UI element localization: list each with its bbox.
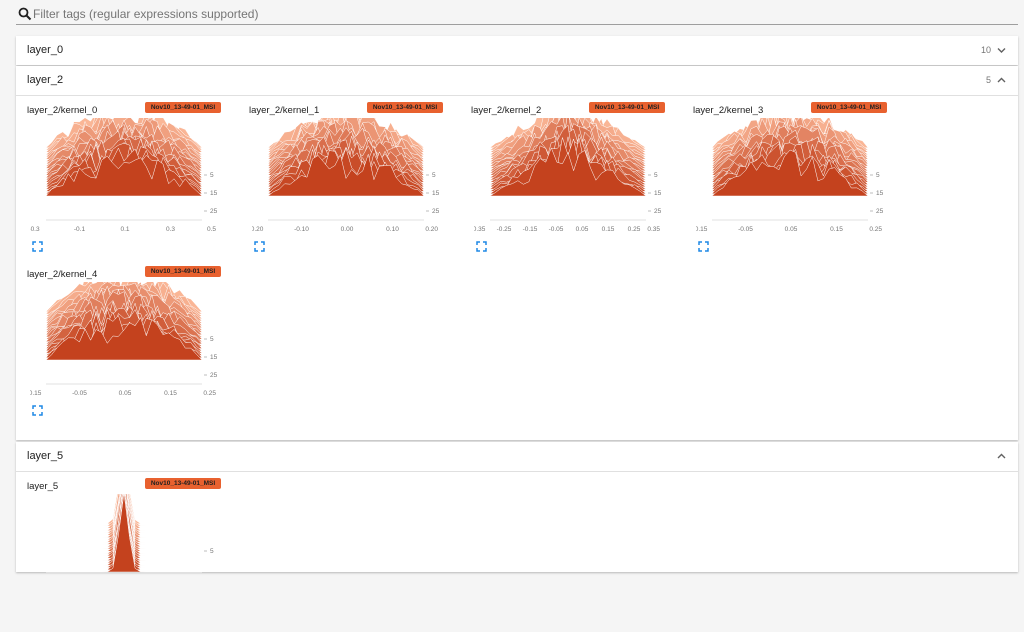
y-tick-label: 5 [432,172,436,179]
y-tick-label: 15 [654,190,662,197]
x-tick-label: -0.05 [72,390,87,397]
fullscreen-icon[interactable] [32,405,43,416]
histogram-card: layer_2/kernel_4 Nov10_13-49-01_MSI 5 15 2… [16,260,221,420]
histogram-chart: 5 15 25 -0.3 -0.1 0.1 0.3 0.5 [30,118,218,233]
tag-group-layer-5: layer_5 layer_5 Nov10_13-49-01_MSI 5 [16,442,1018,573]
x-tick-label: 0.25 [869,226,882,233]
x-tick-label: 0.15 [602,226,615,233]
x-tick-label: 0.15 [164,390,177,397]
fullscreen-icon[interactable] [476,241,487,252]
y-tick-label: 25 [210,208,218,215]
histogram-chart: 5 [46,494,214,573]
x-tick-label: 0.5 [207,226,216,233]
x-tick-label: -0.3 [30,226,40,233]
run-badge: Nov10_13-49-01_MSI [367,102,443,113]
histogram-card: layer_2/kernel_2 Nov10_13-49-01_MSI 5 15 2… [460,96,665,256]
chevron-down-icon[interactable] [996,45,1007,56]
tag-group-layer-2: layer_2 5 layer_2/kernel_0 Nov10_13-49-0… [16,66,1018,440]
run-badge: Nov10_13-49-01_MSI [145,478,221,489]
run-badge: Nov10_13-49-01_MSI [589,102,665,113]
x-tick-label: 0.25 [628,226,641,233]
x-tick-label: -0.1 [74,226,86,233]
run-badge: Nov10_13-49-01_MSI [145,102,221,113]
x-tick-label: 0.3 [166,226,175,233]
histogram-card: layer_2/kernel_1 Nov10_13-49-01_MSI 5 15 2… [238,96,443,256]
histogram-title: layer_2/kernel_2 [471,105,542,116]
histogram-chart: 5 15 25 -0.20 -0.10 0.00 0.10 0.20 [252,118,440,233]
x-tick-label: -0.10 [294,226,309,233]
tag-group-layer-0: layer_0 10 [16,36,1018,65]
run-badge: Nov10_13-49-01_MSI [145,266,221,277]
group-name: layer_2 [27,74,64,86]
x-tick-label: 0.35 [647,226,660,233]
y-tick-label: 5 [876,172,880,179]
y-tick-label: 15 [876,190,884,197]
x-tick-label: 0.20 [425,226,438,233]
x-tick-label: -0.05 [738,226,753,233]
y-tick-label: 25 [210,372,218,379]
histogram-chart: 5 15 25 -0.15 -0.05 0.05 0.15 0.25 [696,118,884,233]
x-tick-label: 0.05 [119,390,132,397]
histogram-card: layer_2/kernel_0 Nov10_13-49-01_MSI 5 15 2… [16,96,221,256]
x-tick-label: -0.05 [549,226,564,233]
x-tick-label: 0.1 [120,226,129,233]
fullscreen-icon[interactable] [698,241,709,252]
run-badge: Nov10_13-49-01_MSI [811,102,887,113]
fullscreen-icon[interactable] [32,241,43,252]
y-tick-label: 25 [654,208,662,215]
x-tick-label: -0.15 [523,226,538,233]
y-tick-label: 5 [654,172,658,179]
histogram-title: layer_2/kernel_3 [693,105,764,116]
x-tick-label: -0.35 [474,226,486,233]
filter-bar [16,4,1018,25]
y-tick-label: 5 [210,172,214,179]
x-tick-label: -0.20 [252,226,264,233]
group-name: layer_0 [27,44,64,56]
x-tick-label: 0.05 [576,226,589,233]
histogram-chart: 5 15 25 -0.15 -0.05 0.05 0.15 0.25 [30,282,218,397]
y-tick-label: 5 [210,336,214,343]
histogram-card: layer_2/kernel_3 Nov10_13-49-01_MSI 5 15 2… [682,96,887,256]
y-tick-label: 15 [210,354,218,361]
x-tick-label: -0.25 [497,226,512,233]
x-tick-label: -0.15 [696,226,708,233]
histogram-title: layer_2/kernel_0 [27,105,98,116]
x-tick-label: 0.25 [203,390,216,397]
x-tick-label: 0.00 [341,226,354,233]
histogram-title: layer_2/kernel_4 [27,269,98,280]
x-tick-label: 0.15 [830,226,843,233]
group-header[interactable]: layer_5 [16,442,1018,472]
y-tick-label: 25 [876,208,884,215]
group-name: layer_5 [27,450,64,462]
group-count: 10 [980,45,991,55]
y-tick-label: 15 [210,190,218,197]
fullscreen-icon[interactable] [254,241,265,252]
search-icon [18,7,32,21]
y-tick-label: 15 [432,190,440,197]
chevron-up-icon[interactable] [996,451,1007,462]
chevron-up-icon[interactable] [996,75,1007,86]
x-tick-label: -0.15 [30,390,42,397]
group-count: 5 [985,75,991,85]
histogram-title: layer_5 [27,481,59,492]
x-tick-label: 0.05 [785,226,798,233]
filter-tags-input[interactable] [33,5,993,23]
y-tick-label: 25 [432,208,440,215]
histogram-card: layer_5 Nov10_13-49-01_MSI 5 [16,472,221,632]
histogram-title: layer_2/kernel_1 [249,105,320,116]
histogram-chart: 5 15 25 -0.35 -0.25 -0.15 -0.05 0.05 0.15 0.25 0.3… [474,118,662,233]
y-tick-label: 5 [210,548,214,555]
group-header[interactable]: layer_0 10 [16,36,1018,65]
group-header[interactable]: layer_2 5 [16,66,1018,96]
x-tick-label: 0.10 [386,226,399,233]
